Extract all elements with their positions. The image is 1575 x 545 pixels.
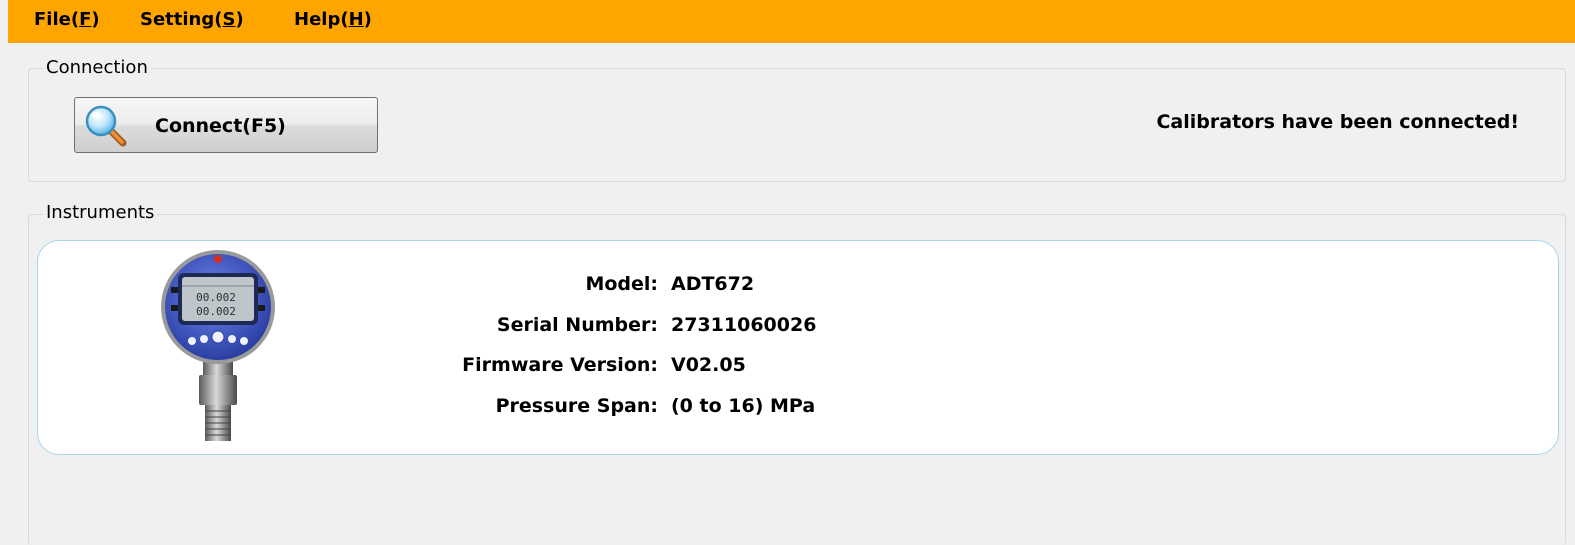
menu-file-text: File(	[34, 9, 80, 30]
menu-help[interactable]: Help(H)	[294, 9, 372, 31]
menu-help-accelerator: H	[348, 9, 364, 30]
field-pressure-span-value: (0 to 16) MPa	[671, 395, 816, 417]
field-pressure-span-label: Pressure Span:	[495, 395, 658, 417]
connect-button-label: Connect(F5)	[155, 115, 286, 137]
field-firmware-version-label: Firmware Version:	[462, 354, 658, 376]
instruments-group-label: Instruments	[43, 202, 158, 224]
field-model-label: Model:	[585, 273, 658, 295]
field-firmware-version-value: V02.05	[671, 354, 746, 376]
connection-status: Calibrators have been connected!	[1156, 111, 1519, 133]
instrument-card[interactable]: 00.002 00.002 Model: ADT672 Serial Numbe…	[37, 240, 1559, 455]
field-serial-number-value: 27311060026	[671, 314, 817, 336]
menu-help-close-paren: )	[363, 9, 372, 30]
field-model-value: ADT672	[671, 273, 755, 295]
field-firmware-version: Firmware Version: V02.05	[38, 351, 1560, 379]
menu-setting[interactable]: Setting(S)	[140, 9, 244, 31]
menu-help-text: Help(	[294, 9, 349, 30]
field-model: Model: ADT672	[38, 270, 1560, 298]
menu-file-close-paren: )	[91, 9, 100, 30]
field-pressure-span: Pressure Span: (0 to 16) MPa	[38, 392, 1560, 420]
field-serial-number: Serial Number: 27311060026	[38, 311, 1560, 339]
connection-group-label: Connection	[43, 57, 151, 79]
menu-setting-accelerator: S	[222, 9, 236, 30]
menu-bar: File(F) Setting(S) Help(H)	[8, 0, 1575, 43]
menu-setting-text: Setting(	[140, 9, 223, 30]
menu-setting-close-paren: )	[235, 9, 244, 30]
connect-button[interactable]: Connect(F5)	[74, 97, 378, 153]
magnifier-icon	[85, 105, 127, 147]
field-serial-number-label: Serial Number:	[496, 314, 658, 336]
menu-file[interactable]: File(F)	[34, 9, 100, 31]
menu-file-accelerator: F	[79, 9, 92, 30]
